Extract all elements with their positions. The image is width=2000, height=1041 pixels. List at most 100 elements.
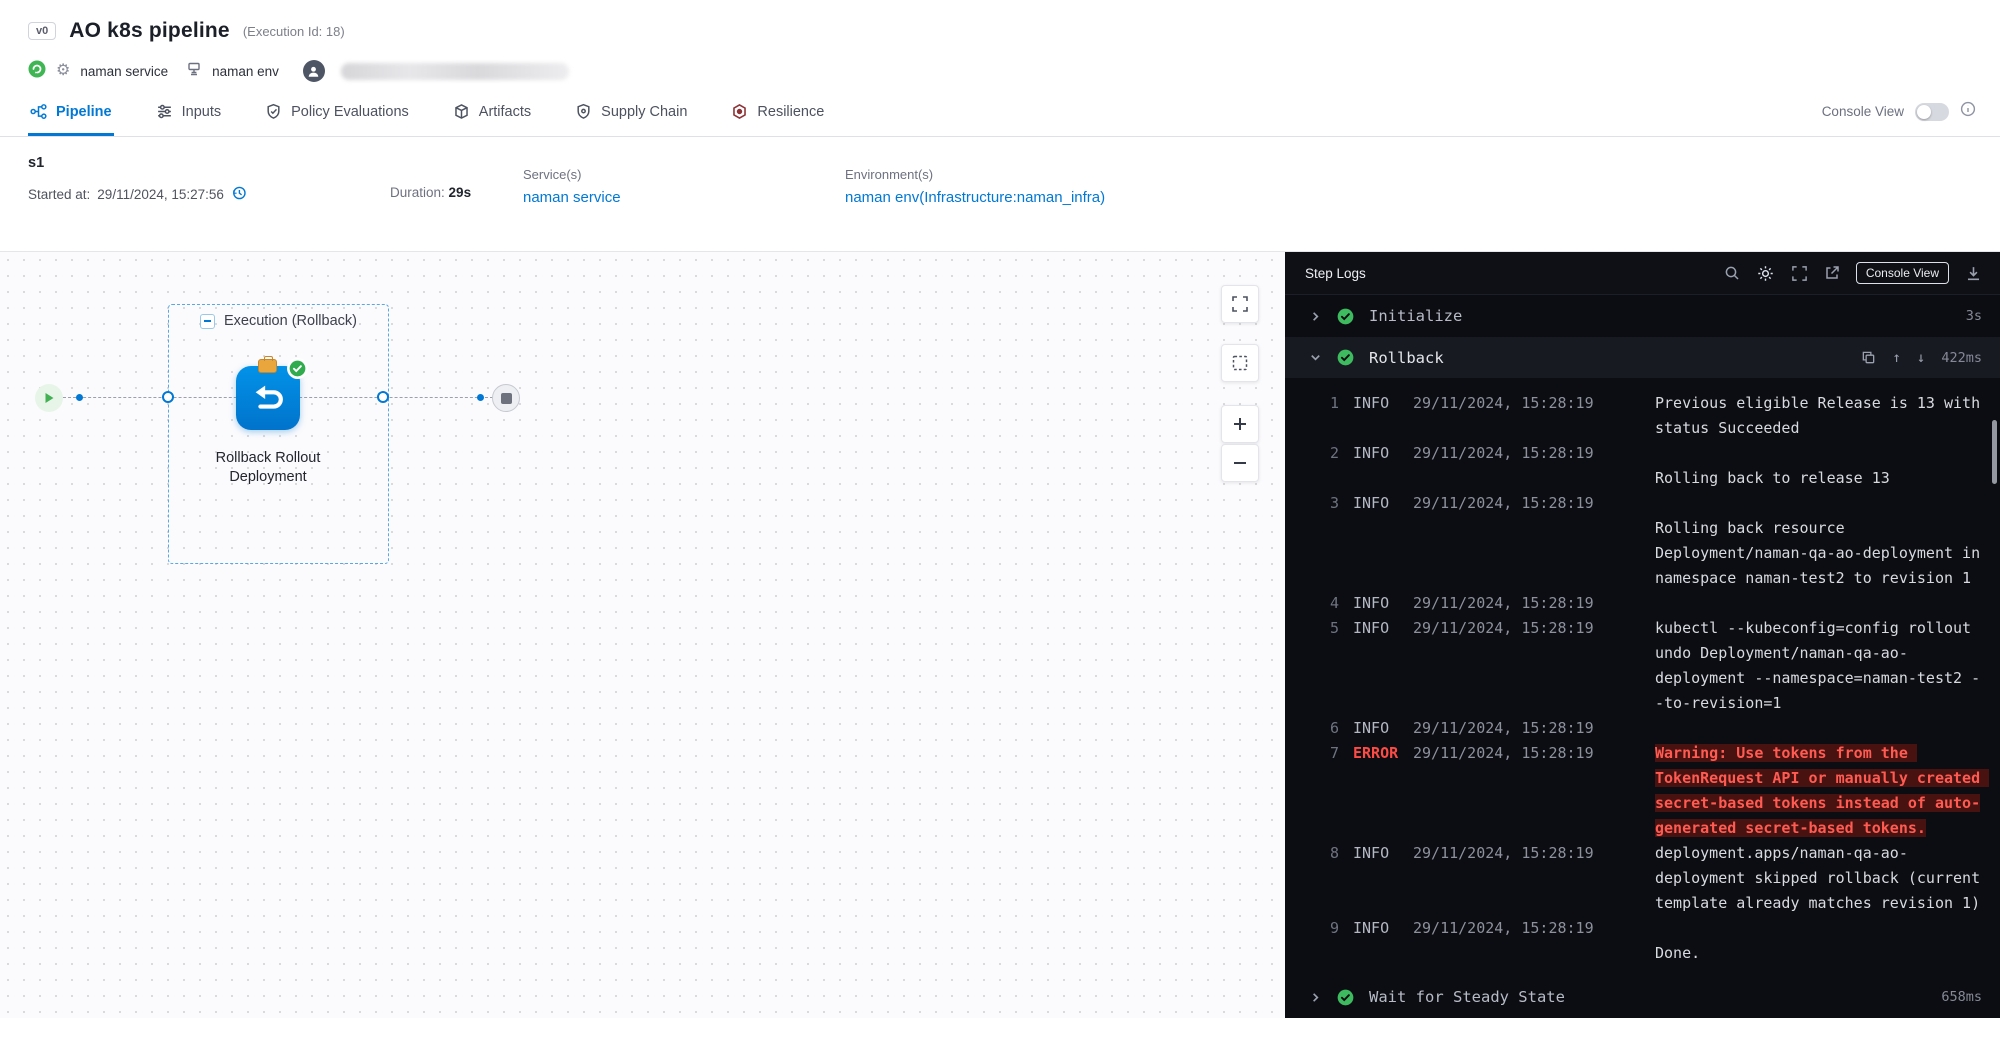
copy-logs-icon[interactable]: [1861, 350, 1876, 365]
service-name: naman service: [80, 64, 168, 79]
chevron-down-icon: [1309, 351, 1322, 364]
search-icon[interactable]: [1724, 265, 1740, 281]
success-check-badge: [287, 358, 308, 379]
artifacts-box-icon: [453, 103, 470, 120]
log-level: INFO: [1353, 716, 1399, 741]
log-settings-gear-icon[interactable]: [1756, 264, 1775, 283]
step-type-badge-icon: [258, 359, 277, 373]
collapse-group-button[interactable]: [200, 314, 215, 329]
scroll-down-icon[interactable]: ↓: [1917, 350, 1925, 366]
log-timestamp: 29/11/2024, 15:28:19: [1413, 591, 1599, 616]
zoom-out-button[interactable]: [1221, 444, 1259, 482]
log-line: 4 INFO 29/11/2024, 15:28:19: [1325, 591, 2000, 616]
log-timestamp: 29/11/2024, 15:28:19: [1413, 716, 1599, 741]
console-view-label: Console View: [1822, 104, 1904, 119]
log-line-number: 6: [1325, 716, 1339, 741]
environment-name: naman env: [212, 64, 279, 79]
section-duration: 3s: [1966, 308, 1982, 324]
policy-shield-icon: [265, 103, 282, 120]
started-label: Started at:: [28, 187, 90, 202]
tab-resilience[interactable]: Resilience: [729, 87, 826, 136]
start-node[interactable]: [35, 384, 63, 412]
step-node-label: Rollback Rollout Deployment: [178, 449, 358, 487]
canvas-fullscreen-button[interactable]: [1221, 285, 1259, 323]
duration: Duration: 29s: [390, 185, 471, 200]
log-section-initialize[interactable]: Initialize 3s: [1285, 295, 2000, 337]
execution-tabs: Pipeline Inputs Policy Evaluations Artif…: [0, 87, 2000, 137]
log-section-wait-for-steady-state[interactable]: Wait for Steady State 658ms: [1285, 976, 2000, 1018]
log-line-number: 4: [1325, 591, 1339, 616]
success-check-icon: [1337, 349, 1354, 366]
log-line: 6 INFO 29/11/2024, 15:28:19: [1325, 716, 2000, 741]
log-line-number: 5: [1325, 616, 1339, 641]
download-logs-icon[interactable]: [1965, 265, 1982, 282]
log-line-number: 3: [1325, 491, 1339, 516]
environment-link[interactable]: naman env(Infrastructure:naman_infra): [845, 189, 1105, 206]
tab-inputs[interactable]: Inputs: [154, 87, 224, 136]
log-timestamp: 29/11/2024, 15:28:19: [1413, 916, 1599, 941]
inputs-icon: [156, 103, 173, 120]
chevron-right-icon: [1309, 310, 1322, 323]
log-level: INFO: [1353, 916, 1399, 941]
pipeline-execution-page: v0 AO k8s pipeline (Execution Id: 18) ⚙ …: [0, 0, 2000, 1041]
zoom-in-button[interactable]: [1221, 405, 1259, 443]
history-icon[interactable]: [231, 185, 247, 204]
pipeline-icon: [30, 103, 47, 120]
edge-connector-ring: [377, 391, 389, 403]
step-logs-title: Step Logs: [1305, 266, 1366, 281]
execution-header: v0 AO k8s pipeline (Execution Id: 18) ⚙ …: [0, 0, 2000, 83]
log-section-rollback[interactable]: Rollback ↑ ↓ 422ms: [1285, 337, 2000, 379]
cd-module-icon: [28, 60, 46, 83]
service-link[interactable]: naman service: [523, 189, 621, 206]
execution-rollback-group[interactable]: Execution (Rollback): [168, 304, 389, 564]
log-timestamp: 29/11/2024, 15:28:19: [1413, 741, 1599, 766]
tab-label: Supply Chain: [601, 104, 687, 120]
zoom-out-icon: [1231, 454, 1249, 472]
page-title: AO k8s pipeline: [69, 19, 230, 43]
log-level: INFO: [1353, 591, 1399, 616]
log-timestamp: 29/11/2024, 15:28:19: [1413, 441, 1599, 466]
console-view-button[interactable]: Console View: [1856, 262, 1949, 284]
logs-scrollbar-thumb[interactable]: [1992, 420, 1997, 484]
canvas-select-button[interactable]: [1221, 344, 1259, 382]
open-in-new-icon[interactable]: [1824, 265, 1840, 281]
log-line-number: 7: [1325, 741, 1339, 766]
info-icon[interactable]: [1960, 101, 1976, 122]
section-name: Rollback: [1369, 349, 1444, 367]
rollback-step-node[interactable]: [236, 366, 300, 430]
step-logs-header: Step Logs Console View: [1285, 252, 2000, 295]
log-level: INFO: [1353, 841, 1399, 866]
settings-gear-icon[interactable]: ⚙: [56, 63, 70, 79]
environment-icon: [186, 61, 202, 82]
stage-name: s1: [28, 155, 44, 171]
log-level: INFO: [1353, 441, 1399, 466]
section-name: Wait for Steady State: [1369, 988, 1565, 1006]
log-line-number: 2: [1325, 441, 1339, 466]
zoom-in-icon: [1231, 415, 1249, 433]
tab-artifacts[interactable]: Artifacts: [451, 87, 533, 136]
pipeline-canvas[interactable]: Execution (Rollback) Rollback Rollout De…: [0, 252, 1285, 1018]
fullscreen-icon: [1231, 295, 1249, 313]
log-message: Previous eligible Release is 13 with sta…: [1655, 391, 1989, 441]
duration-label: Duration:: [390, 185, 445, 200]
log-line-number: 1: [1325, 391, 1339, 416]
log-message: deployment.apps/naman-qa-ao-deployment s…: [1655, 841, 1989, 916]
log-level: INFO: [1353, 616, 1399, 641]
tab-supply-chain[interactable]: Supply Chain: [573, 87, 689, 136]
scroll-up-icon[interactable]: ↑: [1892, 350, 1900, 366]
tab-label: Policy Evaluations: [291, 104, 409, 120]
log-line-number: 9: [1325, 916, 1339, 941]
log-line-number: 8: [1325, 841, 1339, 866]
tab-label: Pipeline: [56, 104, 112, 120]
log-line: 5 INFO 29/11/2024, 15:28:19 kubectl --ku…: [1325, 616, 2000, 716]
expand-logs-icon[interactable]: [1791, 265, 1808, 282]
log-line: 1 INFO 29/11/2024, 15:28:19 Previous eli…: [1325, 391, 2000, 441]
console-view-toggle[interactable]: [1915, 103, 1949, 121]
log-message: Rolling back to release 13: [1655, 441, 1989, 491]
edge-port-dot: [477, 394, 484, 401]
tab-policy-evaluations[interactable]: Policy Evaluations: [263, 87, 411, 136]
log-line: 9 INFO 29/11/2024, 15:28:19 Done.: [1325, 916, 2000, 966]
log-line-error: 7 ERROR 29/11/2024, 15:28:19 Warning: Us…: [1325, 741, 2000, 841]
tab-pipeline[interactable]: Pipeline: [28, 87, 114, 136]
edge-port-dot: [76, 394, 83, 401]
